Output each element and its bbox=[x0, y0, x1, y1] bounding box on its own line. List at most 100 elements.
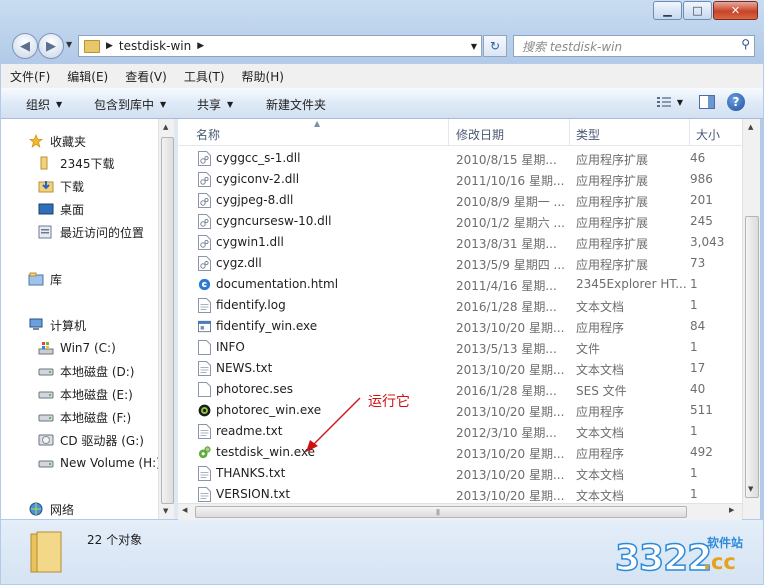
scroll-right-icon[interactable]: ▶ bbox=[729, 506, 734, 514]
column-date[interactable]: 修改日期 bbox=[456, 126, 504, 143]
file-row[interactable]: THANKS.txt 2013/10/20 星期... 文本文档 1 bbox=[196, 463, 742, 484]
file-row[interactable]: cygjpeg-8.dll 2010/8/9 星期一 ... 应用程序扩展 201 bbox=[196, 190, 742, 211]
windows-drive-icon bbox=[38, 342, 54, 355]
nav-drive-h[interactable]: New Volume (H:) bbox=[38, 453, 161, 473]
nav-item-label: 本地磁盘 (D:) bbox=[60, 364, 135, 379]
forward-button[interactable]: ▶ bbox=[38, 33, 64, 59]
file-list-vertical-scrollbar[interactable]: ▲ ▼ bbox=[742, 119, 760, 519]
dll-icon bbox=[198, 235, 211, 250]
file-row[interactable]: photorec_win.exe 2013/10/20 星期... 应用程序 511 bbox=[196, 400, 742, 421]
search-box[interactable]: 搜索 testdisk-win ⚲ bbox=[513, 35, 755, 57]
scrollbar-thumb[interactable] bbox=[195, 506, 687, 518]
file-row[interactable]: NEWS.txt 2013/10/20 星期... 文本文档 17 bbox=[196, 358, 742, 379]
recent-places-icon bbox=[38, 225, 52, 239]
menu-view[interactable]: 查看(V) bbox=[116, 68, 175, 85]
file-row[interactable]: VERSION.txt 2013/10/20 星期... 文本文档 1 bbox=[196, 484, 742, 505]
file-name[interactable]: fidentify_win.exe bbox=[216, 319, 317, 333]
file-name[interactable]: photorec.ses bbox=[216, 382, 293, 396]
close-button[interactable]: ✕ bbox=[713, 1, 758, 20]
column-size[interactable]: 大小 bbox=[696, 126, 720, 143]
back-button[interactable]: ◀ bbox=[12, 33, 38, 59]
file-name[interactable]: documentation.html bbox=[216, 277, 338, 291]
maximize-button[interactable]: □ bbox=[683, 1, 712, 20]
menu-edit[interactable]: 编辑(E) bbox=[58, 68, 116, 85]
nav-drive-g[interactable]: CD 驱动器 (G:) bbox=[38, 430, 144, 450]
file-name[interactable]: cyggcc_s-1.dll bbox=[216, 151, 300, 165]
search-icon[interactable]: ⚲ bbox=[741, 37, 750, 51]
scroll-down-icon[interactable]: ▼ bbox=[163, 507, 168, 515]
scroll-up-icon[interactable]: ▲ bbox=[163, 123, 168, 131]
file-name[interactable]: cygjpeg-8.dll bbox=[216, 193, 293, 207]
scrollbar-thumb[interactable] bbox=[161, 137, 174, 504]
breadcrumb-current[interactable]: testdisk-win bbox=[119, 39, 191, 53]
file-name[interactable]: INFO bbox=[216, 340, 245, 354]
nav-item-recent-places[interactable]: 最近访问的位置 bbox=[38, 222, 144, 242]
nav-libraries[interactable]: 库 bbox=[28, 269, 62, 289]
file-name[interactable]: cygiconv-2.dll bbox=[216, 172, 299, 186]
preview-pane-icon[interactable] bbox=[699, 95, 715, 109]
nav-drive-f[interactable]: 本地磁盘 (F:) bbox=[38, 407, 131, 427]
minimize-button[interactable]: ▁ bbox=[653, 1, 682, 20]
file-row[interactable]: cygwin1.dll 2013/8/31 星期... 应用程序扩展 3,043 bbox=[196, 232, 742, 253]
file-name[interactable]: readme.txt bbox=[216, 424, 282, 438]
menu-help[interactable]: 帮助(H) bbox=[233, 68, 292, 85]
file-row[interactable]: testdisk_win.exe 2013/10/20 星期... 应用程序 492 bbox=[196, 442, 742, 463]
file-list-horizontal-scrollbar[interactable]: ◀ ||| ▶ bbox=[178, 503, 742, 520]
address-bar[interactable]: ▶ testdisk-win ▶ ▼ bbox=[78, 35, 482, 57]
file-row[interactable]: fidentify.log 2016/1/28 星期... 文本文档 1 bbox=[196, 295, 742, 316]
menu-tools[interactable]: 工具(T) bbox=[175, 68, 233, 85]
new-folder-button[interactable]: 新建文件夹 bbox=[266, 96, 326, 113]
breadcrumb-chevron-icon[interactable]: ▶ bbox=[106, 41, 113, 51]
file-row[interactable]: readme.txt 2012/3/10 星期... 文本文档 1 bbox=[196, 421, 742, 442]
file-row[interactable]: cygncursesw-10.dll 2010/1/2 星期六 ... 应用程序扩展… bbox=[196, 211, 742, 232]
view-options-dropdown-icon[interactable]: ▼ bbox=[677, 98, 683, 107]
nav-item-2345-download[interactable]: 2345下载 bbox=[38, 153, 115, 173]
file-date: 2013/10/20 星期... bbox=[456, 468, 565, 482]
scroll-up-icon[interactable]: ▲ bbox=[748, 123, 753, 131]
breadcrumb-chevron-icon[interactable]: ▶ bbox=[197, 41, 204, 51]
column-name[interactable]: 名称 bbox=[196, 126, 220, 143]
file-row[interactable]: fidentify_win.exe 2013/10/20 星期... 应用程序 84 bbox=[196, 316, 742, 337]
text-file-icon bbox=[198, 424, 211, 439]
file-row[interactable]: documentation.html 2011/4/16 星期... 2345Exp… bbox=[196, 274, 742, 295]
file-name[interactable]: cygncursesw-10.dll bbox=[216, 214, 331, 228]
scrollbar-thumb[interactable] bbox=[745, 216, 759, 498]
nav-network[interactable]: 网络 bbox=[28, 499, 74, 519]
organize-button[interactable]: 组织 ▼ bbox=[26, 96, 62, 113]
nav-drive-d[interactable]: 本地磁盘 (D:) bbox=[38, 361, 134, 381]
column-type[interactable]: 类型 bbox=[576, 126, 600, 143]
blank-file-icon bbox=[198, 340, 211, 355]
file-date: 2011/10/16 星期... bbox=[456, 174, 565, 188]
nav-drive-c[interactable]: Win7 (C:) bbox=[38, 338, 116, 358]
nav-item-downloads[interactable]: 下载 bbox=[38, 176, 84, 196]
file-row[interactable]: cygz.dll 2013/5/9 星期四 ... 应用程序扩展 73 bbox=[196, 253, 742, 274]
file-name[interactable]: VERSION.txt bbox=[216, 487, 290, 501]
include-in-library-button[interactable]: 包含到库中 ▼ bbox=[94, 96, 166, 113]
file-row[interactable]: cyggcc_s-1.dll 2010/8/15 星期... 应用程序扩展 46 bbox=[196, 148, 742, 169]
file-name[interactable]: cygz.dll bbox=[216, 256, 262, 270]
file-name[interactable]: fidentify.log bbox=[216, 298, 286, 312]
file-row[interactable]: INFO 2013/5/13 星期... 文件 1 bbox=[196, 337, 742, 358]
file-name[interactable]: cygwin1.dll bbox=[216, 235, 284, 249]
search-input[interactable]: 搜索 testdisk-win bbox=[522, 38, 622, 55]
share-button[interactable]: 共享 ▼ bbox=[197, 96, 233, 113]
help-icon[interactable]: ? bbox=[727, 93, 745, 111]
recent-pages-button[interactable]: ▼ bbox=[66, 40, 72, 49]
scroll-left-icon[interactable]: ◀ bbox=[182, 506, 187, 514]
file-row[interactable]: cygiconv-2.dll 2011/10/16 星期... 应用程序扩展 986 bbox=[196, 169, 742, 190]
address-dropdown-icon[interactable]: ▼ bbox=[471, 42, 477, 51]
file-type: 应用程序 bbox=[576, 447, 625, 461]
view-details-icon[interactable] bbox=[656, 96, 671, 108]
nav-computer[interactable]: 计算机 bbox=[28, 315, 86, 335]
file-name[interactable]: NEWS.txt bbox=[216, 361, 272, 375]
file-name[interactable]: THANKS.txt bbox=[216, 466, 285, 480]
text-file-icon bbox=[198, 298, 211, 313]
nav-pane-scrollbar[interactable]: ▲ ▼ bbox=[158, 119, 175, 519]
menu-file[interactable]: 文件(F) bbox=[1, 68, 58, 85]
nav-item-desktop[interactable]: 桌面 bbox=[38, 199, 84, 219]
file-row[interactable]: photorec.ses 2016/1/28 星期... SES 文件 40 bbox=[196, 379, 742, 400]
nav-favorites[interactable]: 收藏夹 bbox=[28, 131, 86, 151]
nav-drive-e[interactable]: 本地磁盘 (E:) bbox=[38, 384, 133, 404]
scroll-down-icon[interactable]: ▼ bbox=[748, 485, 753, 493]
refresh-button[interactable]: ↻ bbox=[483, 35, 507, 57]
